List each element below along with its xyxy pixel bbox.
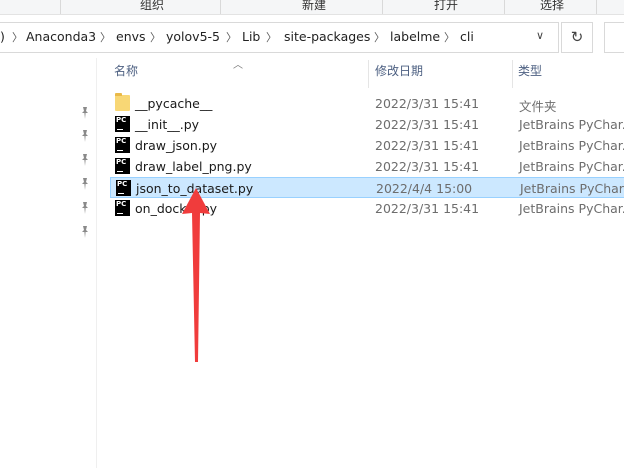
ribbon-separator — [596, 0, 597, 14]
sort-ascending-icon: ︿ — [233, 60, 243, 71]
ribbon-group-open[interactable]: 打开 — [434, 0, 458, 13]
ribbon-separator — [504, 0, 505, 14]
file-type: JetBrains PyChar... — [519, 138, 624, 153]
file-date: 2022/3/31 15:41 — [375, 159, 480, 174]
file-date: 2022/3/31 15:41 — [375, 96, 480, 111]
breadcrumb-cli[interactable]: cli — [460, 29, 474, 44]
file-type: JetBrains PyChar... — [520, 181, 624, 196]
pin-icon[interactable] — [80, 107, 90, 119]
file-type: JetBrains PyChar... — [519, 201, 624, 216]
ribbon-separator — [382, 0, 383, 14]
file-date: 2022/4/4 15:00 — [376, 181, 473, 196]
file-row-pycache[interactable]: __pycache__ 2022/3/31 15:41 文件夹 — [110, 93, 624, 114]
pycharm-file-icon: PC — [115, 200, 130, 216]
chevron-right-icon[interactable]: 〉 — [12, 29, 23, 45]
file-name: draw_json.py — [135, 138, 218, 153]
ribbon-separator — [220, 0, 221, 14]
file-name: __init__.py — [135, 117, 200, 132]
pycharm-file-icon: PC — [115, 158, 130, 174]
breadcrumb-anaconda3[interactable]: Anaconda3 — [26, 29, 96, 44]
chevron-right-icon[interactable]: 〉 — [374, 29, 385, 45]
column-divider[interactable] — [512, 60, 513, 88]
chevron-right-icon[interactable]: 〉 — [100, 29, 111, 45]
address-input[interactable]: ) 〉 Anaconda3 〉 envs 〉 yolov5-5 〉 Lib 〉 … — [0, 22, 559, 53]
pycharm-file-icon: PC — [116, 180, 131, 196]
chevron-right-icon[interactable]: 〉 — [266, 29, 277, 45]
file-row-draw-label-png[interactable]: PC draw_label_png.py 2022/3/31 15:41 Jet… — [110, 156, 624, 177]
pin-icon[interactable] — [80, 178, 90, 190]
column-header-name[interactable]: 名称 — [114, 62, 138, 86]
ribbon-separator — [60, 0, 61, 14]
breadcrumb-overflow[interactable]: ) — [0, 29, 5, 44]
refresh-icon: ↻ — [570, 28, 584, 46]
ribbon-bar: 组织 新建 打开 选择 — [0, 0, 624, 15]
chevron-right-icon[interactable]: 〉 — [444, 29, 455, 45]
pin-icon[interactable] — [80, 202, 90, 214]
ribbon-group-new[interactable]: 新建 — [302, 0, 326, 13]
file-date: 2022/3/31 15:41 — [375, 201, 480, 216]
pycharm-file-icon: PC — [115, 137, 130, 153]
chevron-down-icon[interactable]: ∨ — [536, 29, 544, 42]
file-type: 文件夹 — [519, 99, 557, 114]
breadcrumb-labelme[interactable]: labelme — [390, 29, 440, 44]
column-header-date[interactable]: 修改日期 — [375, 62, 423, 86]
column-divider[interactable] — [368, 60, 369, 88]
pin-icon[interactable] — [80, 154, 90, 166]
file-row-json-to-dataset[interactable]: PC json_to_dataset.py 2022/4/4 15:00 Jet… — [110, 177, 624, 198]
ribbon-group-organize[interactable]: 组织 — [140, 0, 164, 13]
file-row-on-docker[interactable]: PC on_docker.py 2022/3/31 15:41 JetBrain… — [110, 198, 624, 219]
breadcrumb-site-packages[interactable]: site-packages — [284, 29, 370, 44]
file-name: draw_label_png.py — [135, 159, 252, 174]
breadcrumb-envs[interactable]: envs — [116, 29, 146, 44]
pin-icon[interactable] — [80, 130, 90, 142]
chevron-right-icon[interactable]: 〉 — [150, 29, 161, 45]
file-type: JetBrains PyChar... — [519, 117, 624, 132]
ribbon-group-select[interactable]: 选择 — [540, 0, 564, 13]
file-row-draw-json[interactable]: PC draw_json.py 2022/3/31 15:41 JetBrain… — [110, 135, 624, 156]
file-row-init[interactable]: PC __init__.py 2022/3/31 15:41 JetBrains… — [110, 114, 624, 135]
search-input[interactable] — [604, 22, 624, 53]
folder-icon — [115, 93, 130, 111]
navigation-pane — [0, 58, 97, 468]
pin-icon[interactable] — [80, 226, 90, 238]
file-type: JetBrains PyChar... — [519, 159, 624, 174]
file-date: 2022/3/31 15:41 — [375, 117, 480, 132]
file-date: 2022/3/31 15:41 — [375, 138, 480, 153]
chevron-right-icon[interactable]: 〉 — [226, 29, 237, 45]
file-name: on_docker.py — [135, 201, 218, 216]
refresh-button[interactable]: ↻ — [561, 22, 593, 53]
breadcrumb-lib[interactable]: Lib — [242, 29, 260, 44]
breadcrumb-yolov5[interactable]: yolov5-5 — [166, 29, 220, 44]
address-bar: ) 〉 Anaconda3 〉 envs 〉 yolov5-5 〉 Lib 〉 … — [0, 22, 600, 53]
file-name: __pycache__ — [135, 96, 213, 111]
file-name: json_to_dataset.py — [136, 181, 254, 196]
pycharm-file-icon: PC — [115, 116, 130, 132]
column-header-type[interactable]: 类型 — [518, 62, 542, 86]
